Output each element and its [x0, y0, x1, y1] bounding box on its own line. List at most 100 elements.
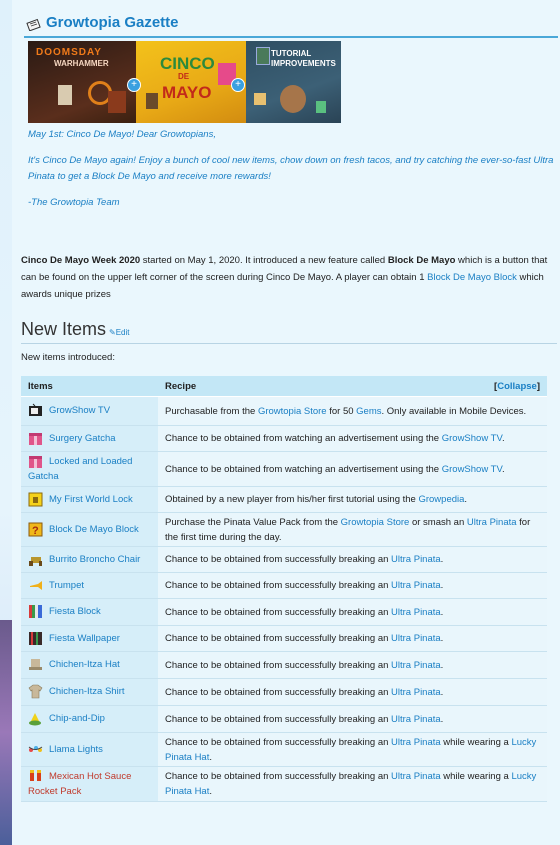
item-link[interactable]: Llama Lights [49, 744, 103, 755]
col-header-recipe: Recipe [Collapse] [158, 376, 547, 397]
recipe-link[interactable]: Ultra Pinata [391, 633, 441, 644]
character-sprite [280, 85, 306, 113]
recipe-cell: Purchase the Pinata Value Pack from the … [158, 512, 547, 547]
recipe-text: . [464, 494, 468, 505]
edit-label: Edit [115, 328, 130, 337]
newspaper-icon [26, 18, 41, 31]
item-cell: My First World Lock [21, 486, 158, 513]
recipe-cell: Chance to be obtained from watching an a… [158, 451, 547, 487]
scroll-sprite [254, 93, 266, 105]
gift-box-icon [29, 432, 42, 445]
book-sprite [256, 47, 270, 65]
banner-panel1-subtitle: WARHAMMER [54, 59, 109, 68]
recipe-cell: Chance to be obtained from successfully … [158, 678, 547, 706]
striped-block-icon [29, 605, 42, 619]
table-row: GrowShow TV Purchasable from the Growtopi… [21, 396, 547, 426]
recipe-link[interactable]: Growpedia [418, 494, 464, 505]
recipe-link[interactable]: Growtopia Store [341, 517, 410, 528]
item-link[interactable]: GrowShow TV [49, 406, 110, 417]
table-row: Fiesta Wallpaper Chance to be obtained fr… [21, 625, 547, 652]
recipe-link[interactable]: Gems [356, 406, 381, 417]
striped-wallpaper-icon [29, 631, 42, 645]
collapse-toggle[interactable]: [Collapse] [494, 381, 540, 392]
table-row: Burrito Broncho Chair Chance to be obtain… [21, 546, 547, 573]
recipe-link[interactable]: Ultra Pinata [391, 660, 441, 671]
article-page: Growtopia Gazette DOOMSDAY WARHAMMER CIN… [12, 0, 560, 845]
recipe-text: Chance to be obtained from successfully … [165, 713, 392, 725]
item-link[interactable]: Fiesta Wallpaper [49, 633, 120, 644]
banner-panel2-cinco: CINCO [160, 54, 215, 73]
recipe-cell: Chance to be obtained from successfully … [158, 625, 547, 652]
lock-icon [28, 492, 43, 507]
background-decoration [0, 620, 12, 845]
potion-sprite [316, 101, 326, 113]
recipe-link[interactable]: Ultra Pinata [391, 687, 441, 698]
recipe-text: . [440, 606, 444, 618]
recipe-cell: Chance to be obtained from successfully … [158, 651, 547, 679]
banner-panel-tutorial: TUTORIAL IMPROVEMENTS [246, 41, 341, 123]
collapse-link[interactable]: Collapse [497, 381, 537, 392]
item-cell: Llama Lights [21, 732, 158, 767]
recipe-cell: Purchasable from the Growtopia Store for… [158, 396, 547, 426]
recipe-link[interactable]: Ultra Pinata [391, 580, 441, 591]
item-link[interactable]: Surgery Gatcha [49, 433, 116, 444]
recipe-link[interactable]: Ultra Pinata [391, 714, 441, 725]
recipe-text: . [209, 786, 213, 797]
event-banner[interactable]: DOOMSDAY WARHAMMER CINCO DE MAYO TUTORIA… [28, 41, 341, 123]
recipe-link[interactable]: Ultra Pinata [391, 771, 441, 782]
recipe-text: . [501, 433, 505, 444]
item-cell: ? Block De Mayo Block [21, 512, 158, 547]
item-link[interactable]: My First World Lock [49, 494, 133, 505]
recipe-text: Chance to be obtained from watching an a… [165, 433, 442, 444]
item-link[interactable]: Chip-and-Dip [49, 714, 105, 725]
col-header-items: Items [21, 376, 158, 397]
item-link[interactable]: Mexican Hot Sauce Rocket Pack [28, 771, 131, 797]
item-link[interactable]: Burrito Broncho Chair [49, 554, 140, 565]
section-heading: New Items ✎Edit [21, 318, 557, 344]
item-cell: Chichen-Itza Shirt [21, 678, 158, 706]
recipe-text: Obtained by a new player from his/her fi… [165, 494, 419, 505]
recipe-cell: Obtained by a new player from his/her fi… [158, 486, 547, 513]
recipe-cell: Chance to be obtained from watching an a… [158, 425, 547, 452]
recipe-link[interactable]: Growtopia Store [258, 406, 327, 417]
item-link[interactable]: Chichen-Itza Shirt [49, 687, 125, 698]
event-name: Cinco De Mayo Week 2020 [21, 255, 141, 266]
item-cell: Locked and Loaded Gatcha [21, 451, 158, 487]
warrior-sprite [108, 91, 126, 113]
recipe-text: . [209, 751, 213, 763]
recipe-text: while wearing a [440, 736, 512, 748]
item-link[interactable]: Block De Mayo Block [49, 524, 139, 535]
table-row: Mexican Hot Sauce Rocket Pack Chance to b… [21, 766, 547, 802]
recipe-text: Purchasable from the [165, 405, 258, 417]
item-link[interactable]: Locked and Loaded Gatcha [28, 456, 132, 482]
recipe-text: Chance to be obtained from successfully … [165, 606, 392, 618]
recipe-text: or smash an [409, 516, 467, 528]
recipe-link[interactable]: GrowShow TV [442, 433, 502, 444]
banner-panel1-title: DOOMSDAY [36, 47, 102, 58]
plus-icon: + [231, 78, 245, 92]
recipe-link[interactable]: Ultra Pinata [391, 737, 441, 748]
tv-icon [29, 404, 42, 417]
item-link[interactable]: Fiesta Block [49, 607, 101, 618]
banner-panel2-mayo: MAYO [162, 83, 212, 102]
recipe-link[interactable]: Ultra Pinata [391, 554, 441, 565]
recipe-cell: Chance to be obtained from successfully … [158, 598, 547, 626]
recipe-text: . [440, 713, 444, 725]
plus-icon: + [127, 78, 141, 92]
table-row: Chichen-Itza Hat Chance to be obtained fr… [21, 651, 547, 679]
item-cell: Chichen-Itza Hat [21, 651, 158, 679]
item-link[interactable]: Trumpet [49, 580, 84, 591]
recipe-link[interactable]: GrowShow TV [442, 464, 502, 475]
banner-panel-warhammer: DOOMSDAY WARHAMMER [28, 41, 136, 123]
banner-panel3-line1: TUTORIAL [271, 49, 312, 58]
item-link[interactable]: Chichen-Itza Hat [49, 660, 120, 671]
section-note: New items introduced: [21, 352, 115, 363]
edit-link[interactable]: ✎Edit [109, 328, 130, 337]
recipe-link[interactable]: Ultra Pinata [391, 607, 441, 618]
table-row: ? Block De Mayo Block Purchase the Pinata … [21, 512, 547, 547]
block-de-mayo-link[interactable]: Block De Mayo Block [427, 272, 517, 283]
item-cell: Trumpet [21, 572, 158, 599]
recipe-link[interactable]: Ultra Pinata [467, 517, 517, 528]
recipe-text: . [440, 686, 444, 698]
col-header-recipe-label: Recipe [165, 380, 197, 392]
